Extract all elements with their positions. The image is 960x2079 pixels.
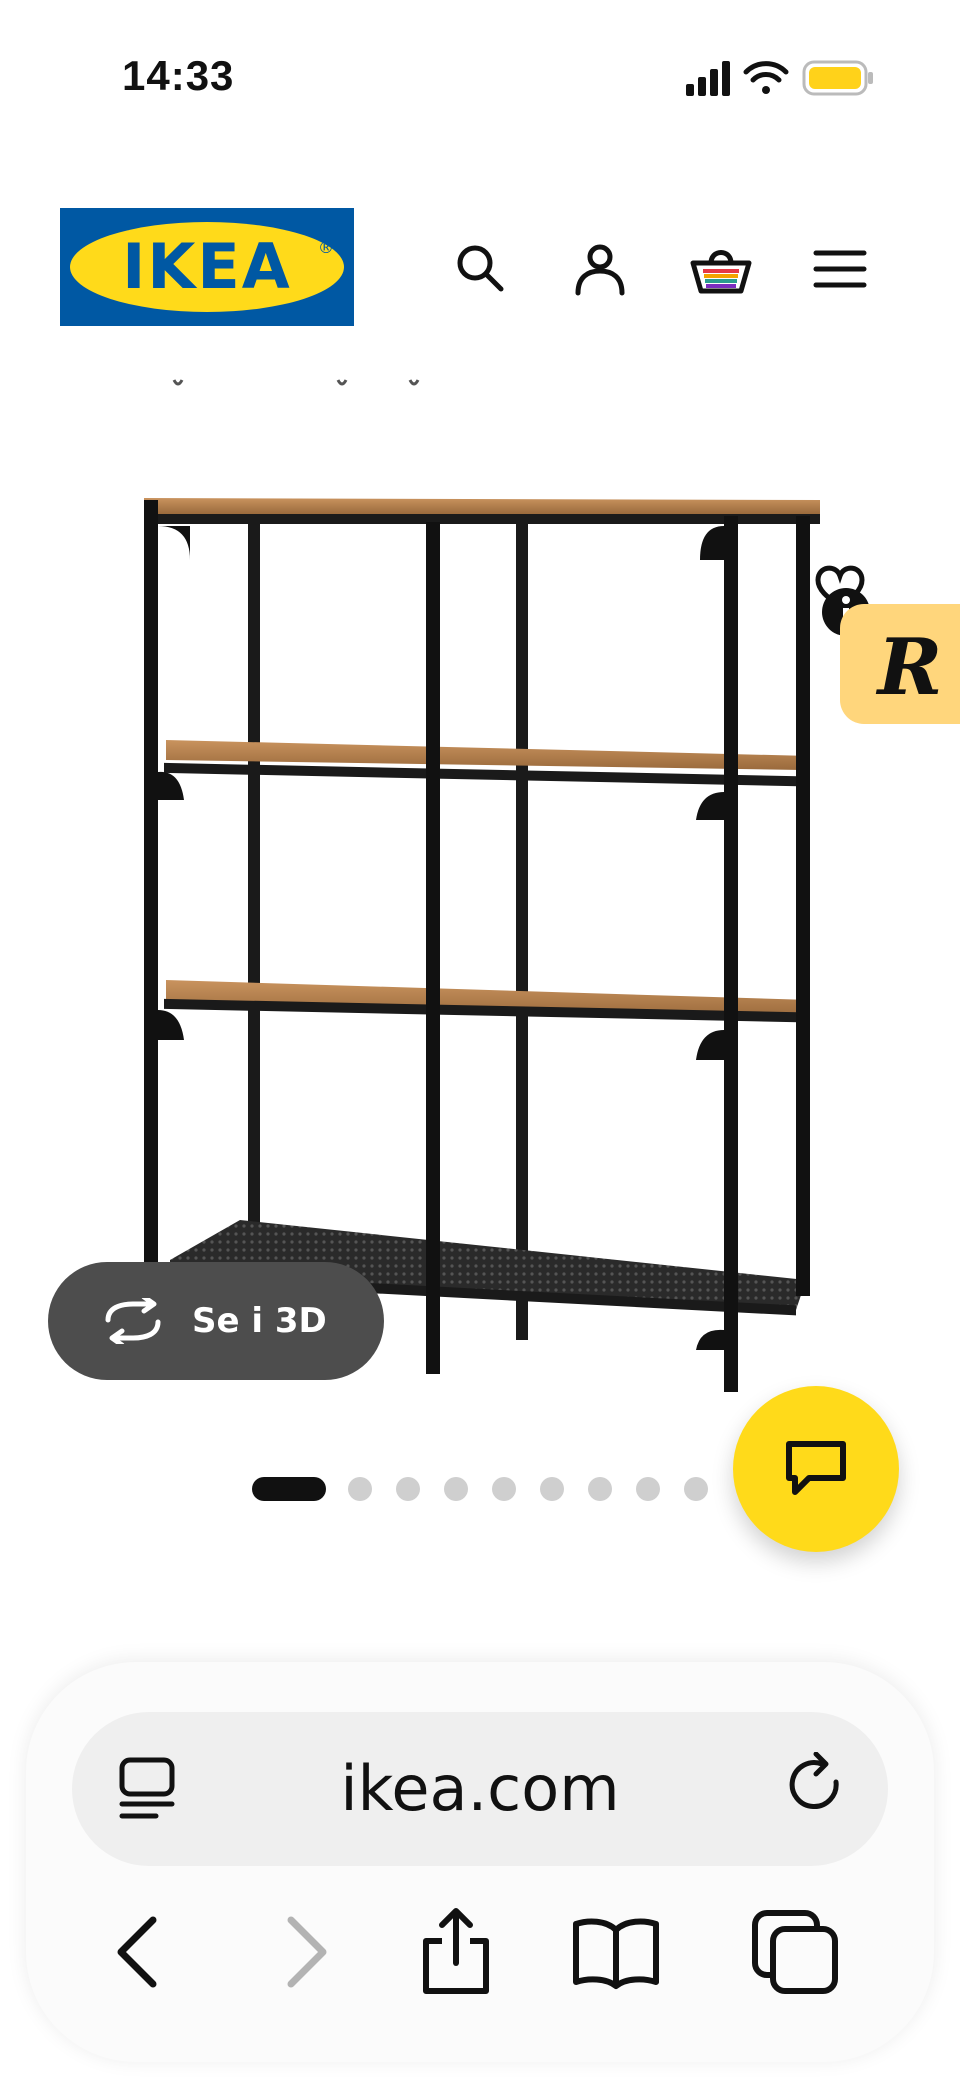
carousel-dot[interactable] [540,1477,564,1501]
carousel-dot[interactable] [492,1477,516,1501]
back-icon [117,1916,157,1988]
search-icon [457,245,504,292]
carousel-dot[interactable] [396,1477,420,1501]
account-icon [575,244,625,296]
carousel-dot[interactable] [444,1477,468,1501]
see-in-3d-label: Se i 3D [192,1301,327,1341]
carousel-dot[interactable] [348,1477,372,1501]
forward-icon [287,1916,327,1988]
browser-toolbar: ikea.com [26,1662,934,2062]
rotate-3d-icon [105,1298,161,1344]
registered-mark: ® [318,238,334,257]
promo-badge-letter: R [877,622,943,713]
ikea-logo[interactable]: IKEA ® [60,208,354,326]
carousel-dot[interactable] [588,1477,612,1501]
logo-text: IKEA [122,230,292,303]
share-button[interactable] [406,1902,506,2002]
site-header: IKEA ® [0,190,960,350]
bookmarks-button[interactable] [566,1902,666,2002]
tabs-icon [752,1910,838,1994]
carousel-dot[interactable] [252,1477,326,1501]
cut-off-text-remnant [172,379,420,386]
battery-icon [802,60,873,96]
shopping-bag-icon [690,250,752,294]
see-in-3d-button[interactable]: Se i 3D [48,1262,384,1380]
carousel-dot[interactable] [636,1477,660,1501]
cellular-signal-icon [686,61,730,96]
status-bar: 14:33 [0,0,960,150]
account-button[interactable] [565,234,635,304]
shopping-bag-button[interactable] [686,234,756,304]
menu-button[interactable] [805,234,875,304]
carousel-pagination [250,1475,720,1503]
forward-button[interactable] [256,1902,356,2002]
search-button[interactable] [446,234,516,304]
back-button[interactable] [88,1902,188,2002]
chat-bubble-icon [786,1441,846,1495]
status-time: 14:33 [122,52,235,99]
bookmarks-icon [573,1918,659,1989]
status-icons [686,58,876,98]
share-icon [423,1908,489,1994]
tabs-button[interactable] [746,1902,846,2002]
address-bar[interactable]: ikea.com [72,1712,888,1866]
menu-icon [813,250,867,288]
carousel-dot[interactable] [684,1477,708,1501]
wifi-icon [743,61,789,94]
reload-icon[interactable] [786,1752,850,1822]
url-text: ikea.com [340,1752,620,1825]
chat-button[interactable] [733,1386,899,1552]
